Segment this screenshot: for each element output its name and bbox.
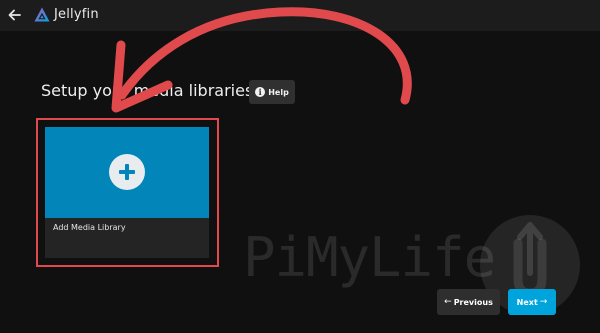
header-bar: Jellyfin <box>0 0 600 31</box>
watermark-text: PiMyLife <box>243 226 496 289</box>
app-brand-name[interactable]: Jellyfin <box>54 6 99 24</box>
help-button[interactable]: i Help <box>249 80 295 104</box>
back-arrow-icon <box>8 9 21 21</box>
previous-button-label: Previous <box>453 297 493 307</box>
arrow-left-icon: ← <box>444 297 452 307</box>
add-media-library-card[interactable]: Add Media Library <box>45 127 209 258</box>
back-button[interactable] <box>4 4 26 26</box>
jellyfin-logo-icon[interactable] <box>33 6 51 24</box>
page-title: Setup your media libraries <box>41 81 254 100</box>
previous-button[interactable]: ← Previous <box>437 289 500 315</box>
arrow-right-icon: → <box>539 297 548 307</box>
info-icon: i <box>255 87 266 97</box>
plus-icon[interactable] <box>109 154 145 190</box>
help-button-label: Help <box>268 87 289 97</box>
next-button-label: Next <box>516 297 538 307</box>
card-label: Add Media Library <box>53 223 126 232</box>
next-button[interactable]: Next → <box>508 289 556 315</box>
card-image <box>45 127 209 218</box>
